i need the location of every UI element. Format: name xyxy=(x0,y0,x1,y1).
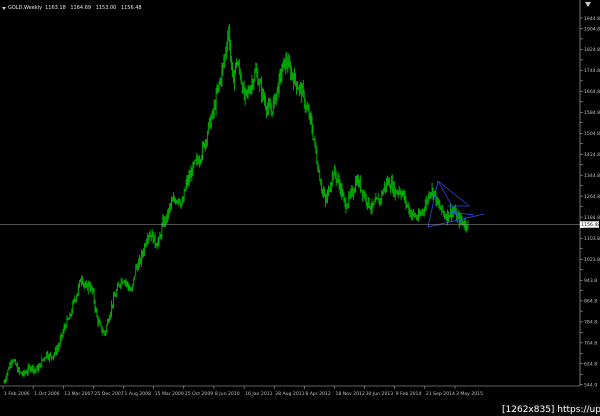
time-tick-label: 8 Jun 2010 xyxy=(215,391,240,397)
time-tick-label: 21 Sep 2014 xyxy=(426,391,455,397)
price-tick-label: 1184.8 xyxy=(584,215,600,221)
time-tick-label: 8 Apr 2012 xyxy=(305,391,331,397)
trendline-objects xyxy=(427,180,485,228)
price-tick-label: 784.8 xyxy=(584,320,597,326)
close-value: 1156.48 xyxy=(120,5,142,11)
current-price-label: 1156.48 xyxy=(581,222,600,228)
chart-header: GOLD,Weekly 1163.18 1164.69 1153.00 1156… xyxy=(2,3,145,13)
image-size-watermark: [1262x835] https://upic.me/ xyxy=(502,404,600,416)
price-tick-label: 1504.8 xyxy=(584,131,600,137)
time-tick-label: 1 Feb 2006 xyxy=(4,391,30,397)
chart-window[interactable]: 544.9 624.8 704.8 784.8 864.8 943.8 1023.8 1103… xyxy=(0,0,600,416)
time-tick-label: 15 Mar 2009 xyxy=(155,391,184,397)
time-tick-label: 30 Jun 2013 xyxy=(366,391,394,397)
time-axis: 1 Feb 2006 1 Oct 2006 13 Mar 2007 25 Dec 20… xyxy=(0,385,580,397)
time-tick-label: 16 Jan 2011 xyxy=(245,391,273,397)
trendline xyxy=(437,180,469,206)
price-axis: 544.9 624.8 704.8 784.8 864.8 943.8 1023.8 1103… xyxy=(0,0,600,389)
price-tick-label: 1584.8 xyxy=(584,110,600,116)
price-tick-label: 1664.8 xyxy=(584,89,600,95)
price-tick-label: 1424.8 xyxy=(584,152,600,158)
chart-shift-marker-icon[interactable] xyxy=(585,2,591,7)
price-tick-label: 943.8 xyxy=(584,278,597,284)
ohlc-values: 1163.18 1164.69 1153.00 1156.48 xyxy=(45,5,145,11)
price-tick-label: 1103.8 xyxy=(584,236,600,242)
price-chart[interactable]: 544.9 624.8 704.8 784.8 864.8 943.8 1023.8 1103… xyxy=(0,0,600,416)
time-tick-label: 25 Dec 2007 xyxy=(94,391,123,397)
price-tick-label: 1344.8 xyxy=(584,173,600,179)
price-tick-label: 1264.8 xyxy=(584,194,600,200)
time-tick-label: 1 Aug 2008 xyxy=(125,391,152,397)
price-tick-label: 704.8 xyxy=(584,341,597,347)
price-tick-label: 1824.8 xyxy=(584,47,600,53)
price-tick-label: 1744.8 xyxy=(584,68,600,74)
high-value: 1164.69 xyxy=(70,5,92,11)
price-tick-label: 624.8 xyxy=(584,362,597,368)
price-tick-label: 1944.8 xyxy=(584,16,600,22)
price-tick-label: 1023.8 xyxy=(584,257,600,263)
open-value: 1163.18 xyxy=(45,5,66,11)
time-tick-label: 3 May 2015 xyxy=(456,391,483,397)
time-tick-label: 25 Oct 2009 xyxy=(185,391,213,397)
symbol-label: GOLD,Weekly xyxy=(8,5,43,11)
low-value: 1153.00 xyxy=(95,5,117,11)
price-bars xyxy=(3,23,469,384)
time-tick-label: 18 Nov 2012 xyxy=(335,391,364,397)
time-tick-label: 9 Feb 2014 xyxy=(396,391,422,397)
time-tick-label: 13 Mar 2007 xyxy=(64,391,93,397)
price-tick-label: 1904.8 xyxy=(584,26,600,32)
price-tick-label: 544.9 xyxy=(584,383,597,389)
price-tick-label: 864.8 xyxy=(584,299,597,305)
time-tick-label: 1 Oct 2006 xyxy=(34,391,60,397)
time-tick-label: 28 Aug 2011 xyxy=(275,391,305,397)
trendline xyxy=(437,180,463,225)
dropdown-arrow-icon[interactable] xyxy=(2,6,6,10)
